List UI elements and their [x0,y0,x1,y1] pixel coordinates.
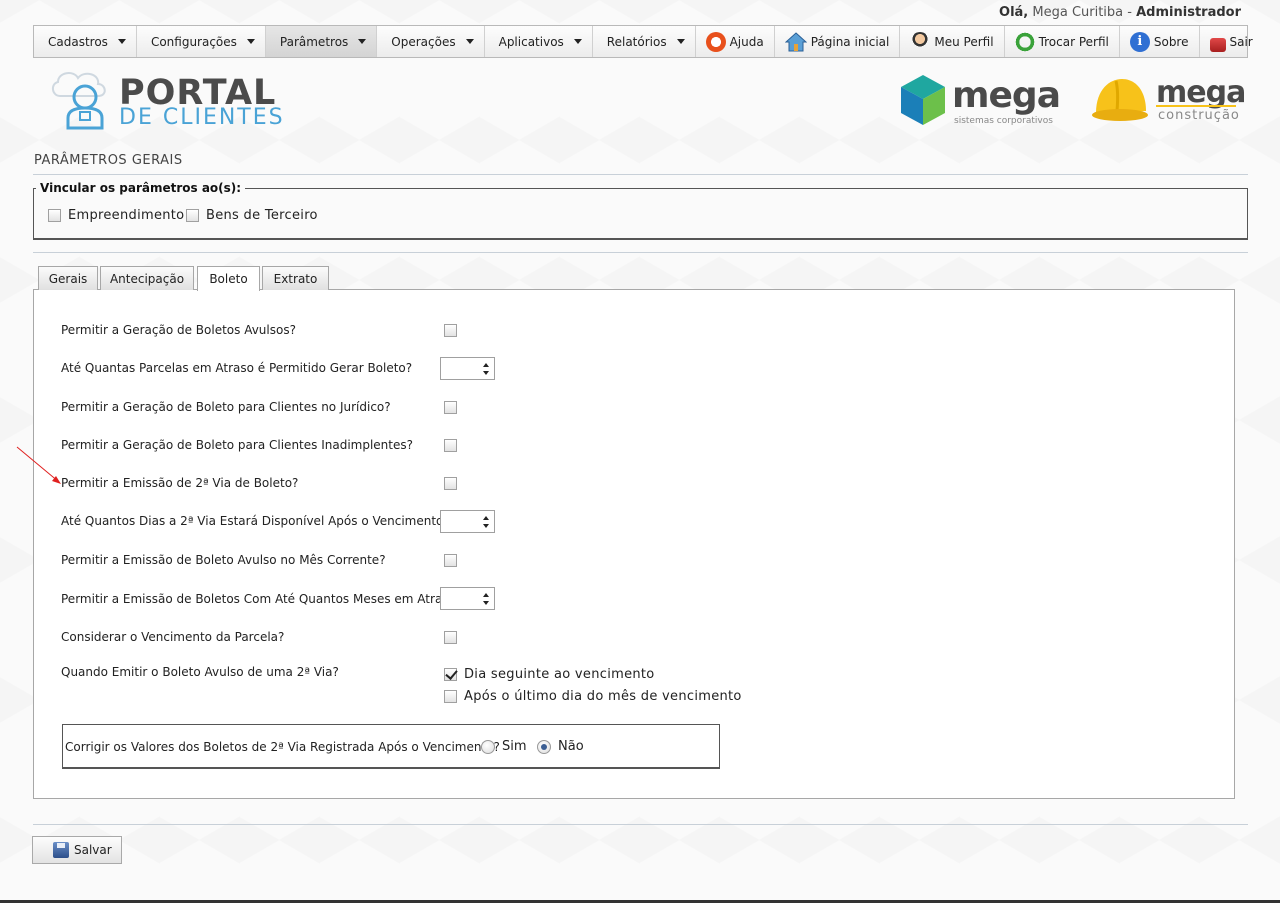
dia-seguinte-checkbox[interactable] [444,668,457,681]
mega-construcao-tagline: construção [1158,108,1240,123]
ultimo-dia-mes-checkbox[interactable] [444,690,457,703]
menu-cadastros[interactable]: Cadastros [34,26,137,57]
clientes-inadimplentes-checkbox[interactable] [444,439,457,452]
spinner-down-icon[interactable] [483,371,489,375]
row-label-emissao-2-via: Permitir a Emissão de 2ª Via de Boleto? [61,476,299,490]
chevron-down-icon [117,39,126,44]
boletos-avulsos-checkbox[interactable] [444,324,457,337]
annotation-arrow-icon [16,446,61,484]
exit-icon [1209,37,1226,52]
menu-operacoes[interactable]: Operações [377,26,485,57]
menu-parametros[interactable]: Parâmetros [265,26,378,57]
portal-clientes-logo-icon [48,70,118,135]
tab-boleto[interactable]: Boleto [197,266,260,291]
opt-dia-seguinte[interactable]: Dia seguinte ao vencimento [444,667,655,682]
divider [33,174,1248,175]
chevron-down-icon [465,39,474,44]
help-icon [705,31,726,52]
menu-meu-perfil[interactable]: Meu Perfil [900,26,1005,57]
row-label-meses-atraso: Permitir a Emissão de Boletos Com Até Qu… [61,592,460,606]
corrigir-label: Corrigir os Valores dos Boletos de 2ª Vi… [65,740,500,754]
corrigir-sim[interactable]: Sim [481,739,527,754]
user-name: Mega Curitiba [1032,5,1124,20]
mega-sistemas-logo-icon [901,75,945,132]
corrigir-nao-label: Não [558,739,584,754]
parcelas-atraso-stepper[interactable] [440,357,495,380]
vincular-legend: Vincular os parâmetros ao(s): [40,181,242,195]
vincular-bens-terceiro[interactable]: Bens de Terceiro [186,208,318,223]
mega-sistemas-tagline: sistemas corporativos [954,116,1053,126]
emissao-2-via-checkbox[interactable] [444,477,457,490]
empreendimento-checkbox[interactable] [48,209,61,222]
ultimo-dia-mes-label: Após o último dia do mês de vencimento [464,689,742,704]
profile-icon [910,31,931,52]
spinner-down-icon[interactable] [483,601,489,605]
portal-subtitle: DE CLIENTES [119,105,285,130]
menu-sobre[interactable]: i Sobre [1120,26,1200,57]
user-greeting: Olá, Mega Curitiba - Administrador [999,5,1241,20]
opt-ultimo-dia-mes[interactable]: Após o último dia do mês de vencimento [444,689,742,704]
menu-pagina-inicial[interactable]: Página inicial [775,26,901,57]
save-button[interactable]: Salvar [32,836,122,864]
dia-seguinte-label: Dia seguinte ao vencimento [464,667,655,682]
tab-extrato[interactable]: Extrato [262,266,329,290]
meses-atraso-stepper[interactable] [440,587,495,610]
vincular-empreendimento[interactable]: Empreendimento [48,208,184,223]
bens-terceiro-label: Bens de Terceiro [206,208,318,223]
avulso-mes-corrente-checkbox[interactable] [444,554,457,567]
spinner-up-icon[interactable] [483,363,489,367]
chevron-down-icon [676,39,685,44]
menu-aplicativos[interactable]: Aplicativos [485,26,593,57]
chevron-down-icon [358,39,367,44]
row-label-vencimento-parcela: Considerar o Vencimento da Parcela? [61,630,285,644]
user-role: Administrador [1136,5,1241,20]
corrigir-nao-radio[interactable] [537,739,551,754]
corrigir-sim-label: Sim [502,739,527,754]
page-title: PARÂMETROS GERAIS [34,153,183,168]
menu-trocar-perfil[interactable]: Trocar Perfil [1005,26,1120,57]
chevron-down-icon [573,39,582,44]
divider [33,252,1248,253]
spinner-up-icon[interactable] [483,516,489,520]
corrigir-sim-radio[interactable] [481,739,495,754]
row-label-clientes-juridico: Permitir a Geração de Boleto para Client… [61,400,391,414]
main-menu-bar: Cadastros Configurações Parâmetros Opera… [33,25,1253,58]
row-label-quando-emitir: Quando Emitir o Boleto Avulso de uma 2ª … [61,665,339,679]
divider [33,824,1248,825]
spinner-up-icon[interactable] [483,593,489,597]
bens-terceiro-checkbox[interactable] [186,209,199,222]
spinner-down-icon[interactable] [483,524,489,528]
mega-construcao-underline [1156,105,1236,107]
empreendimento-label: Empreendimento [68,208,185,223]
vencimento-parcela-checkbox[interactable] [444,631,457,644]
dias-2-via-stepper[interactable] [440,510,495,533]
menu-sair[interactable]: Sair [1200,26,1263,57]
menu-ajuda[interactable]: Ajuda [696,26,775,57]
clientes-juridico-checkbox[interactable] [444,401,457,414]
menu-configuracoes[interactable]: Configurações [137,26,266,57]
menu-relatorios[interactable]: Relatórios [593,26,696,57]
info-icon: i [1129,31,1150,52]
swap-profile-icon [1014,31,1035,52]
row-label-clientes-inadimplentes: Permitir a Geração de Boleto para Client… [61,438,413,452]
save-disk-icon [53,842,69,858]
row-label-parcelas-atraso: Até Quantas Parcelas em Atraso é Permiti… [61,361,413,375]
chevron-down-icon [246,39,255,44]
tab-antecipacao[interactable]: Antecipação [100,266,194,290]
tab-gerais[interactable]: Gerais [38,266,98,290]
home-icon [784,31,808,52]
row-label-avulso-mes-corrente: Permitir a Emissão de Boleto Avulso no M… [61,553,386,567]
row-label-dias-2-via: Até Quantos Dias a 2ª Via Estará Disponí… [61,514,450,528]
mega-sistemas-wordmark: mega [952,75,1061,116]
corrigir-nao[interactable]: Não [537,739,584,754]
hard-hat-icon [1090,75,1150,130]
row-label-boletos-avulsos: Permitir a Geração de Boletos Avulsos? [61,323,296,337]
